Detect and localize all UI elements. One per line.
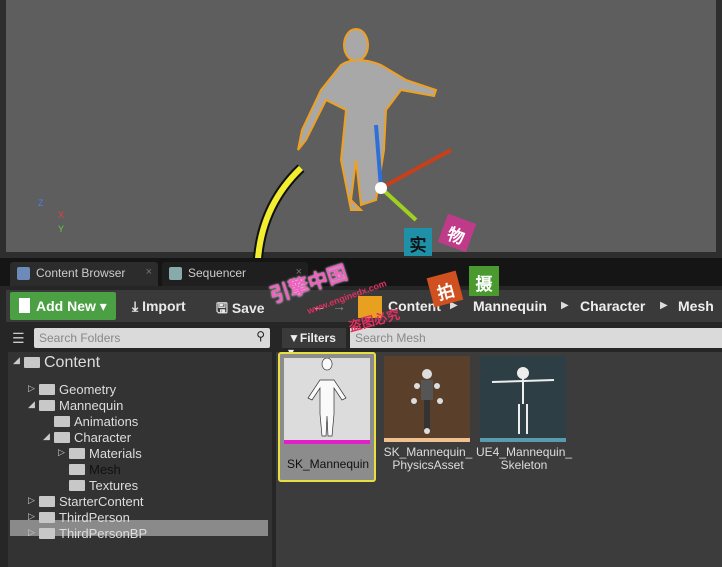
download-icon: ⤓ xyxy=(132,298,139,314)
tab-label: Content Browser xyxy=(36,266,126,280)
watermark-char: 实 xyxy=(404,228,432,256)
folder-icon xyxy=(54,432,70,443)
tree-item-thirdperson[interactable]: ▷ ThirdPerson xyxy=(28,510,130,526)
asset-tile-skeleton[interactable]: UE4_Mannequin_ Skeleton xyxy=(476,352,572,482)
folder-icon xyxy=(69,464,85,475)
tree-item-startercontent[interactable]: ▷ StarterContent xyxy=(28,494,144,510)
axis-y: Y xyxy=(58,224,65,234)
folder-icon xyxy=(39,528,55,539)
breadcrumb-character[interactable]: Character xyxy=(580,298,645,314)
tree-item-textures[interactable]: Textures xyxy=(69,478,138,494)
file-icon xyxy=(19,298,30,313)
content-browser-icon xyxy=(17,267,30,280)
tree-item-label: Content xyxy=(44,354,101,371)
tree-item-label: ThirdPersonBP xyxy=(59,526,148,541)
asset-name: SK_Mannequin_ PhysicsAsset xyxy=(383,445,473,472)
tree-item-thirdpersonbp[interactable]: ▷ ThirdPersonBP xyxy=(28,526,148,542)
folder-icon xyxy=(39,496,55,507)
asset-tile-sk-mannequin[interactable]: SK_Mannequin xyxy=(278,352,376,482)
tree-item-mannequin[interactable]: ◢ Mannequin xyxy=(28,398,124,414)
sequencer-icon xyxy=(169,267,182,280)
callout-arrow-icon xyxy=(253,164,305,258)
folder-icon xyxy=(69,448,85,459)
tree-item-label: Character xyxy=(74,430,132,445)
tree-item-materials[interactable]: ▷ Materials xyxy=(58,446,142,462)
folder-icon xyxy=(39,384,55,395)
tab-content-browser[interactable]: Content Browser × xyxy=(10,262,158,286)
save-all-button[interactable]: 🖫 Save All xyxy=(216,298,266,322)
asset-grid: SK_Mannequin SK_Mannequin_ PhysicsAsset U… xyxy=(276,352,722,567)
breadcrumb-mesh[interactable]: Mesh xyxy=(678,298,714,314)
transform-gizmo-icon xyxy=(374,124,452,222)
level-viewport[interactable]: Z X Y xyxy=(0,0,722,258)
filter-icon: ▼ xyxy=(288,331,300,345)
asset-type-bar xyxy=(384,438,470,442)
collapsed-arrow-icon[interactable]: ▷ xyxy=(28,383,35,394)
folder-icon xyxy=(69,480,85,491)
search-folders-input[interactable]: Search Folders ⚲ xyxy=(34,328,270,348)
tree-item-geometry[interactable]: ▷ Geometry xyxy=(28,382,117,398)
folder-icon xyxy=(54,416,70,427)
collapsed-arrow-icon[interactable]: ▷ xyxy=(28,495,35,506)
folder-tree: ◢ Content ▷ Geometry ◢ Mannequin Animations ◢ Ch… xyxy=(8,352,272,567)
asset-type-bar xyxy=(284,440,370,444)
close-icon[interactable]: × xyxy=(146,266,152,278)
asset-thumbnail xyxy=(480,356,566,442)
tree-item-label: Mannequin xyxy=(59,398,124,413)
asset-name: UE4_Mannequin_ Skeleton xyxy=(476,445,573,472)
chevron-right-icon: ▶ xyxy=(561,300,569,311)
expanded-arrow-icon[interactable]: ◢ xyxy=(28,399,35,410)
tree-item-mesh[interactable]: Mesh xyxy=(69,462,121,478)
search-icon: ⚲ xyxy=(256,329,265,343)
watermark-char: 摄 xyxy=(469,266,499,296)
save-icon: 🖫 xyxy=(216,300,228,316)
collapsed-arrow-icon[interactable]: ▷ xyxy=(58,447,65,458)
axis-x: X xyxy=(58,210,65,220)
viewport-scene xyxy=(253,28,452,258)
expanded-arrow-icon[interactable]: ◢ xyxy=(43,431,50,442)
asset-tile-physics-asset[interactable]: SK_Mannequin_ PhysicsAsset xyxy=(380,352,472,482)
folder-icon xyxy=(39,400,55,411)
asset-thumbnail xyxy=(384,356,470,442)
folder-icon xyxy=(39,512,55,523)
asset-thumbnail xyxy=(284,357,370,444)
collapsed-arrow-icon[interactable]: ▷ xyxy=(28,511,35,522)
expanded-arrow-icon[interactable]: ◢ xyxy=(13,355,20,366)
folder-icon xyxy=(24,357,40,368)
breadcrumb-mannequin[interactable]: Mannequin xyxy=(473,298,547,314)
tree-item-character[interactable]: ◢ Character xyxy=(43,430,132,446)
tree-item-animations[interactable]: Animations xyxy=(54,414,138,430)
tree-item-label: ThirdPerson xyxy=(59,510,130,525)
tab-bar: Content Browser × Sequencer × xyxy=(0,258,722,286)
collapsed-arrow-icon[interactable]: ▷ xyxy=(28,527,35,538)
import-button[interactable]: ⤓ Import xyxy=(132,298,186,315)
search-mesh-input[interactable]: Search Mesh xyxy=(350,328,722,348)
axis-z: Z xyxy=(38,198,44,208)
tree-item-label: Textures xyxy=(89,478,139,493)
tree-item-label: Geometry xyxy=(59,382,117,397)
asset-type-bar xyxy=(480,438,566,442)
tab-label: Sequencer xyxy=(188,266,247,280)
tree-item-label: Mesh xyxy=(89,462,121,477)
chevron-right-icon: ▶ xyxy=(660,300,668,311)
tree-item-label: Animations xyxy=(74,414,139,429)
add-new-button[interactable]: Add New ▾ xyxy=(10,292,116,320)
toggle-sources-icon[interactable]: ☰ xyxy=(12,330,25,347)
tree-item-label: Materials xyxy=(89,446,142,461)
tree-item-content[interactable]: ◢ Content xyxy=(13,354,101,371)
tree-item-label: StarterContent xyxy=(59,494,144,509)
filters-button[interactable]: ▼Filters ▾ xyxy=(282,328,346,359)
asset-name: SK_Mannequin xyxy=(286,457,370,471)
mannequin-character xyxy=(297,28,438,211)
